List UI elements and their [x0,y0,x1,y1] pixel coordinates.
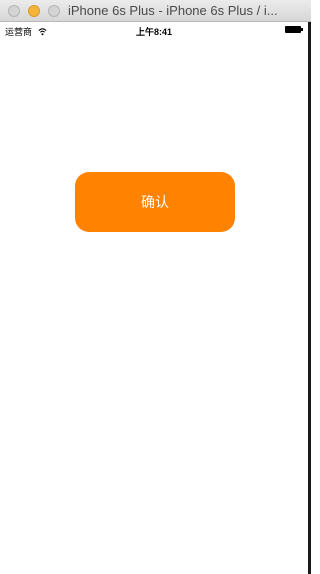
confirm-button[interactable]: 确认 [75,172,235,232]
ios-status-bar: 运营商 上午8:41 [0,22,308,38]
window-title: iPhone 6s Plus - iPhone 6s Plus / i... [68,3,278,18]
battery-icon [285,26,303,33]
simulator-window: iPhone 6s Plus - iPhone 6s Plus / i... 运… [0,0,311,574]
window-title-bar: iPhone 6s Plus - iPhone 6s Plus / i... [0,0,311,22]
status-time: 上午8:41 [135,27,172,37]
close-window-icon[interactable] [8,5,20,17]
window-frame-edge [308,22,311,574]
zoom-window-icon[interactable] [48,5,60,17]
minimize-window-icon[interactable] [28,5,40,17]
